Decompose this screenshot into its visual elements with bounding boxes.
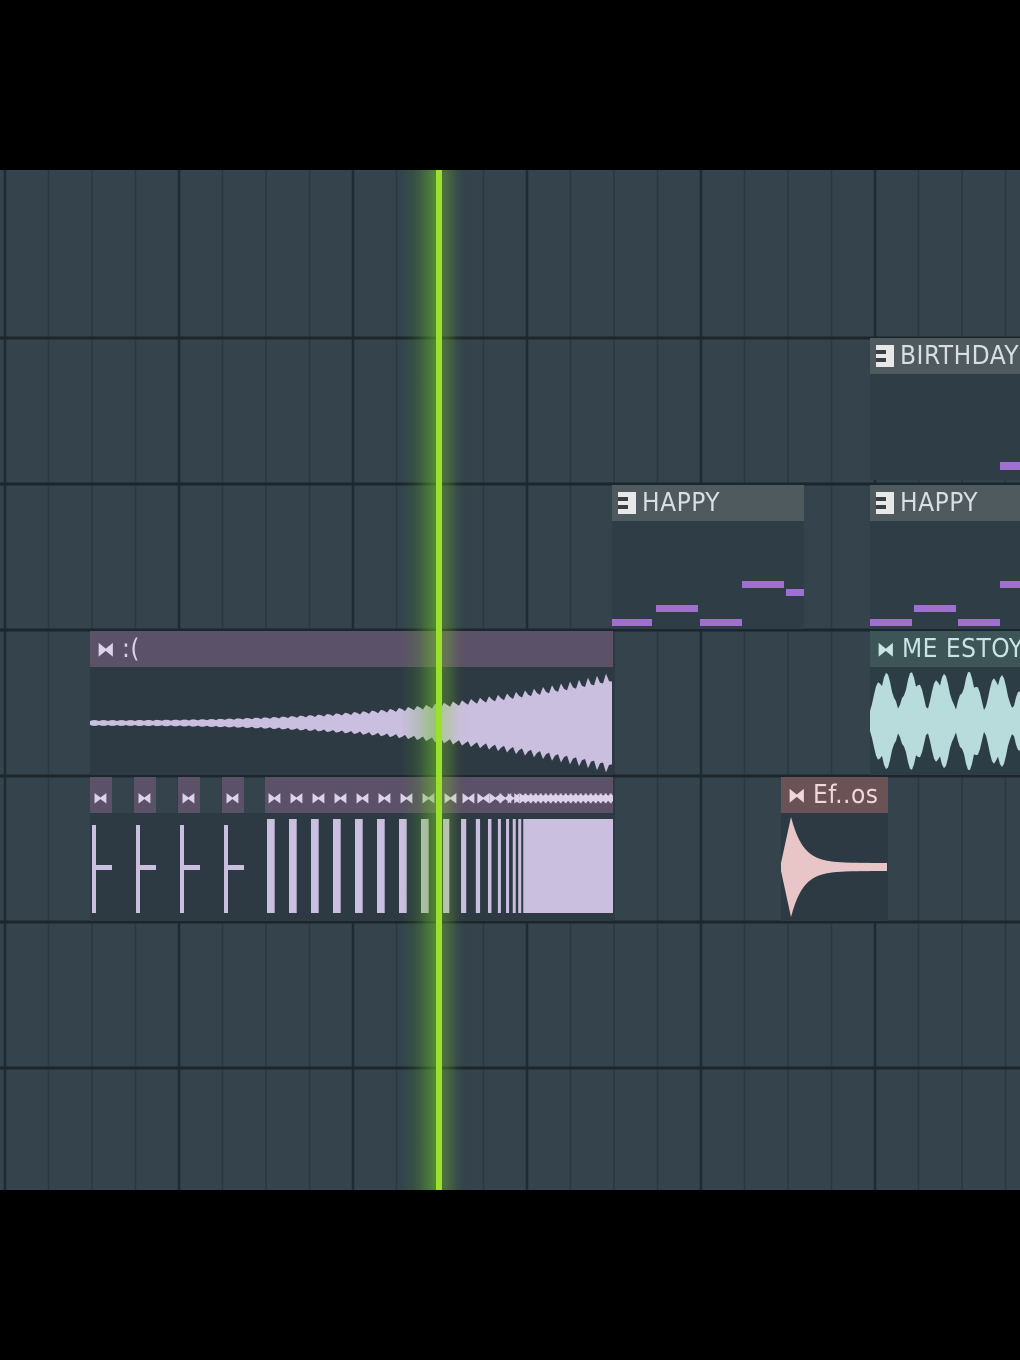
clip-waveform-area [781, 813, 888, 921]
audio-clip-icon: ⧓ [137, 789, 152, 807]
clip-label: Ef..os [813, 780, 879, 810]
pattern-icon [876, 492, 894, 514]
audio-clip-icon: ⧓ [333, 789, 348, 807]
waveform-hit [475, 819, 481, 913]
clip-label: ME ESTOY [902, 634, 1020, 664]
audio-clip-sad[interactable]: ⧓ :( [90, 631, 613, 775]
pattern-clip-birthday[interactable]: BIRTHDAY [870, 338, 1020, 480]
waveform-hit [497, 819, 501, 913]
letterbox-top [0, 0, 1020, 170]
clip-label: HAPPY [900, 488, 979, 518]
audio-clip-icon: ⧓ [289, 789, 304, 807]
waveform [781, 817, 887, 917]
clip-header[interactable]: HAPPY [612, 485, 804, 521]
clip-header[interactable]: HAPPY [870, 485, 1020, 521]
clip-notes [870, 521, 1020, 629]
waveform [90, 673, 612, 773]
waveform-hit [267, 819, 275, 913]
clip-header[interactable]: ⧓ Ef..os [781, 777, 888, 813]
waveform-hit [333, 819, 341, 913]
clip-header[interactable]: ⧓ ME ESTOY [870, 631, 1020, 667]
letterbox-bottom [0, 1190, 1020, 1360]
waveform-hit [518, 819, 522, 913]
audio-clip-efos[interactable]: ⧓ Ef..os [781, 777, 888, 921]
waveform-block [525, 819, 613, 913]
note [958, 619, 1000, 626]
audio-clip-stutter-group: ⧓⧓⧓⧓⧓⧓⧓⧓⧓⧓⧓⧓⧓⧓⧓⧓⧓⧓⧓⧓⧓⧓⧓⧓⧓⧓⧓⧓⧓⧓⧓⧓⧓⧓⧓⧓⧓⧓⧓ [90, 777, 613, 921]
waveform [870, 672, 1020, 770]
clip-notes [870, 374, 1020, 480]
pattern-icon [876, 345, 894, 367]
playhead-glow [400, 170, 440, 1190]
waveform-hit [461, 819, 467, 913]
audio-clip-icon: ⧓ [876, 637, 896, 661]
playlist-arrangement[interactable]: BIRTHDAY HAPPY HAPPY ⧓:(⧓ ME ESTOY ⧓ ⧓… [0, 170, 1020, 1190]
audio-clip-icon: ⧓ [311, 789, 326, 807]
audio-clip-icon: ⧓ [355, 789, 370, 807]
waveform-hit [377, 819, 385, 913]
note [612, 619, 652, 626]
note [1000, 462, 1020, 470]
waveform-tail [224, 865, 244, 870]
audio-clip-icon: ⧓ [787, 783, 807, 807]
clip-notes [612, 521, 804, 629]
clip-label: :( [122, 634, 141, 664]
pattern-icon [618, 492, 636, 514]
waveform-hit [443, 819, 450, 913]
note [656, 605, 698, 612]
waveform-hit [506, 819, 510, 913]
waveform-tail [92, 865, 112, 870]
audio-clip-icon: ⧓ [377, 789, 392, 807]
waveform-hit [512, 819, 516, 913]
audio-clip-icon: ⧓ [461, 789, 476, 807]
audio-clip-icon: ⧓ [225, 789, 240, 807]
playhead-marker[interactable] [436, 170, 442, 1190]
note [1000, 581, 1020, 588]
audio-clip-icon: ⧓ [96, 637, 116, 661]
pattern-clip-happy[interactable]: HAPPY [612, 485, 804, 629]
waveform-hit [289, 819, 297, 913]
note [742, 581, 784, 588]
pattern-clip-happy[interactable]: HAPPY [870, 485, 1020, 629]
waveform-hit [355, 819, 363, 913]
clip-waveform-area [870, 667, 1020, 775]
audio-clip-icon: ⧓ [93, 789, 108, 807]
note [870, 619, 912, 626]
clip-header[interactable]: ⧓ :( [90, 631, 613, 667]
audio-clip-icon: ⧓ [181, 789, 196, 807]
audio-clip-icon: ⧓ [267, 789, 282, 807]
waveform-tail [136, 865, 156, 870]
note [786, 589, 804, 596]
clip-header[interactable]: BIRTHDAY [870, 338, 1020, 374]
note [914, 605, 956, 612]
note [700, 619, 742, 626]
waveform: ⧓⧓⧓⧓⧓⧓⧓⧓⧓⧓⧓⧓⧓⧓⧓⧓⧓⧓⧓⧓⧓⧓⧓⧓⧓⧓⧓⧓⧓⧓⧓⧓⧓⧓⧓⧓⧓⧓⧓ [90, 777, 613, 913]
clip-waveform-area [90, 667, 613, 775]
audio-clip-icon: ⧓ [443, 789, 458, 807]
clip-label: BIRTHDAY [900, 341, 1019, 371]
waveform-tail [180, 865, 200, 870]
waveform-hit [311, 819, 319, 913]
waveform-hit [487, 819, 492, 913]
clip-label: HAPPY [642, 488, 721, 518]
audio-clip-me-estoy[interactable]: ⧓ ME ESTOY [870, 631, 1020, 775]
